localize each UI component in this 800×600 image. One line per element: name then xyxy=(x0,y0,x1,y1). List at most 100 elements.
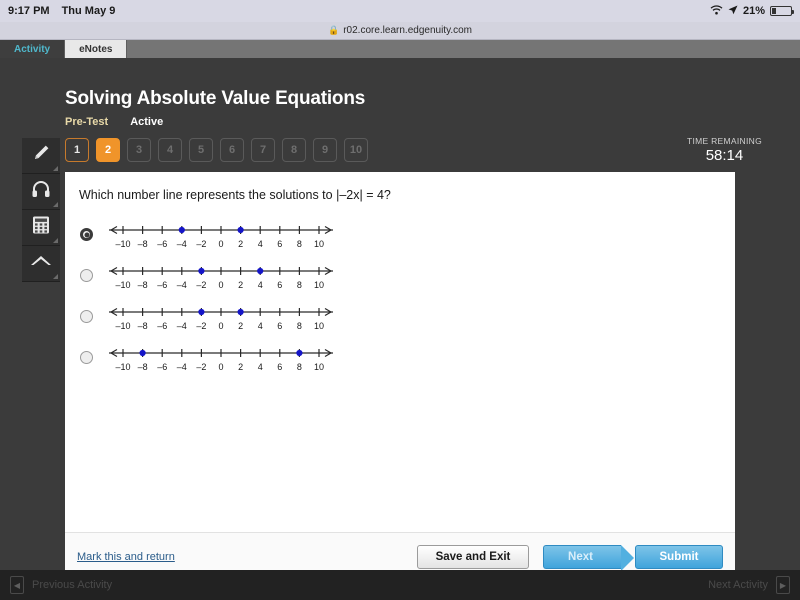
question-button-10[interactable]: 10 xyxy=(344,138,368,162)
collapse-tools-button[interactable] xyxy=(22,246,60,282)
question-button-5[interactable]: 5 xyxy=(189,138,213,162)
svg-text:–10: –10 xyxy=(115,280,130,290)
svg-text:–2: –2 xyxy=(196,239,206,249)
status-date: Thu May 9 xyxy=(61,5,116,17)
svg-text:–10: –10 xyxy=(115,239,130,249)
battery-percent: 21% xyxy=(742,5,765,17)
highlighter-tool[interactable] xyxy=(22,138,60,174)
svg-text:6: 6 xyxy=(277,321,282,331)
option-a-number-line: –10 –8 –6 –4 –2 0 2 4 6 8 10 xyxy=(101,218,341,252)
triangle-right-icon: ▶ xyxy=(776,576,790,594)
option-d-number-line: –10 –8 –6 –4 –2 0 2 4 6 8 10 xyxy=(101,341,341,375)
option-c-radio[interactable] xyxy=(80,310,93,323)
svg-text:0: 0 xyxy=(218,321,223,331)
number-line-svg: –10 –8 –6 –4 –2 0 2 4 6 8 10 xyxy=(109,225,333,249)
svg-text:–6: –6 xyxy=(157,280,167,290)
svg-text:4: 4 xyxy=(258,321,263,331)
svg-text:–4: –4 xyxy=(177,280,187,290)
svg-text:2: 2 xyxy=(238,321,243,331)
svg-text:–8: –8 xyxy=(138,321,148,331)
assignment-type-label: Pre-Test xyxy=(65,116,109,128)
number-line-svg: –10 –8 –6 –4 –2 0 2 4 6 8 10 xyxy=(109,307,333,331)
assignment-status-label: Active xyxy=(130,116,164,128)
option-b-radio[interactable] xyxy=(80,269,93,282)
svg-text:6: 6 xyxy=(277,239,282,249)
svg-text:8: 8 xyxy=(297,362,302,372)
svg-text:0: 0 xyxy=(218,362,223,372)
timer: TIME REMAINING 58:14 xyxy=(687,136,762,164)
question-button-1[interactable]: 1 xyxy=(65,138,89,162)
audio-tool[interactable] xyxy=(22,174,60,210)
browser-tab-strip: Activity eNotes xyxy=(0,40,800,58)
svg-text:6: 6 xyxy=(277,362,282,372)
mark-this-and-return-link[interactable]: Mark this and return xyxy=(77,551,175,563)
svg-text:8: 8 xyxy=(297,321,302,331)
question-button-6[interactable]: 6 xyxy=(220,138,244,162)
option-a[interactable]: –10 –8 –6 –4 –2 0 2 4 6 8 10 xyxy=(75,214,341,255)
battery-icon xyxy=(770,6,794,16)
question-prompt: Which number line represents the solutio… xyxy=(79,188,391,202)
submit-button[interactable]: Submit xyxy=(635,544,723,569)
svg-text:2: 2 xyxy=(238,239,243,249)
bottom-activity-nav: ◀ Previous Activity Next Activity ▶ xyxy=(0,570,800,600)
headphones-icon xyxy=(31,180,51,203)
question-button-9[interactable]: 9 xyxy=(313,138,337,162)
svg-text:4: 4 xyxy=(258,280,263,290)
url-text: r02.core.learn.edgenuity.com xyxy=(343,25,472,36)
svg-text:6: 6 xyxy=(277,280,282,290)
next-activity-label: Next Activity xyxy=(708,579,768,591)
chevron-up-icon xyxy=(29,253,53,274)
svg-text:0: 0 xyxy=(218,239,223,249)
next-button[interactable]: Next xyxy=(543,544,634,571)
footer-button-group: Save and Exit Next Submit xyxy=(417,544,723,571)
svg-text:–8: –8 xyxy=(138,362,148,372)
option-c[interactable]: –10 –8 –6 –4 –2 0 2 4 6 8 10 xyxy=(75,296,341,337)
svg-text:10: 10 xyxy=(314,280,324,290)
lock-icon: 🔒 xyxy=(328,25,340,35)
location-arrow-icon xyxy=(728,5,738,18)
svg-text:4: 4 xyxy=(258,362,263,372)
svg-text:0: 0 xyxy=(218,280,223,290)
question-button-4[interactable]: 4 xyxy=(158,138,182,162)
option-a-radio[interactable] xyxy=(80,228,93,241)
svg-text:–4: –4 xyxy=(177,362,187,372)
ios-status-bar: 9:17 PM Thu May 9 21% xyxy=(0,0,800,22)
svg-text:–10: –10 xyxy=(115,321,130,331)
screen: 9:17 PM Thu May 9 21% 🔒 r02.core.learn.e… xyxy=(0,0,800,600)
svg-text:10: 10 xyxy=(314,362,324,372)
question-button-7[interactable]: 7 xyxy=(251,138,275,162)
highlighter-pencil-icon xyxy=(31,143,51,168)
svg-text:–6: –6 xyxy=(157,239,167,249)
previous-activity-button[interactable]: ◀ Previous Activity xyxy=(10,576,112,594)
tool-rail xyxy=(22,138,60,282)
svg-text:2: 2 xyxy=(238,280,243,290)
question-prompt-text: Which number line represents the solutio… xyxy=(79,188,391,202)
svg-text:–4: –4 xyxy=(177,239,187,249)
timer-label: TIME REMAINING xyxy=(686,136,762,146)
svg-text:–6: –6 xyxy=(157,362,167,372)
tab-enotes-label: eNotes xyxy=(79,43,113,55)
svg-text:10: 10 xyxy=(314,239,324,249)
svg-text:–10: –10 xyxy=(115,362,130,372)
number-line-svg: –10 –8 –6 –4 –2 0 2 4 6 8 10 xyxy=(109,348,333,372)
answer-options: –10 –8 –6 –4 –2 0 2 4 6 8 10 –10 –8 –6 –4 … xyxy=(75,214,341,378)
question-button-2[interactable]: 2 xyxy=(96,138,120,162)
tab-enotes[interactable]: eNotes xyxy=(65,40,128,58)
option-d-radio[interactable] xyxy=(80,351,93,364)
option-b[interactable]: –10 –8 –6 –4 –2 0 2 4 6 8 10 xyxy=(75,255,341,296)
svg-text:–2: –2 xyxy=(196,362,206,372)
question-pager: 1 2 3 4 5 6 7 8 9 10 xyxy=(65,138,368,162)
option-d[interactable]: –10 –8 –6 –4 –2 0 2 4 6 8 10 xyxy=(75,337,341,378)
title-block: Solving Absolute Value Equations Pre-Tes… xyxy=(65,88,365,128)
svg-text:8: 8 xyxy=(297,239,302,249)
svg-text:8: 8 xyxy=(297,280,302,290)
question-button-8[interactable]: 8 xyxy=(282,138,306,162)
browser-url-bar[interactable]: 🔒 r02.core.learn.edgenuity.com xyxy=(0,22,800,40)
tab-activity[interactable]: Activity xyxy=(0,40,66,58)
save-and-exit-button[interactable]: Save and Exit xyxy=(417,544,529,569)
wifi-icon xyxy=(710,4,723,18)
question-button-3[interactable]: 3 xyxy=(127,138,151,162)
next-activity-button[interactable]: Next Activity ▶ xyxy=(708,576,790,594)
tab-activity-label: Activity xyxy=(14,43,51,55)
calculator-tool[interactable] xyxy=(22,210,60,246)
